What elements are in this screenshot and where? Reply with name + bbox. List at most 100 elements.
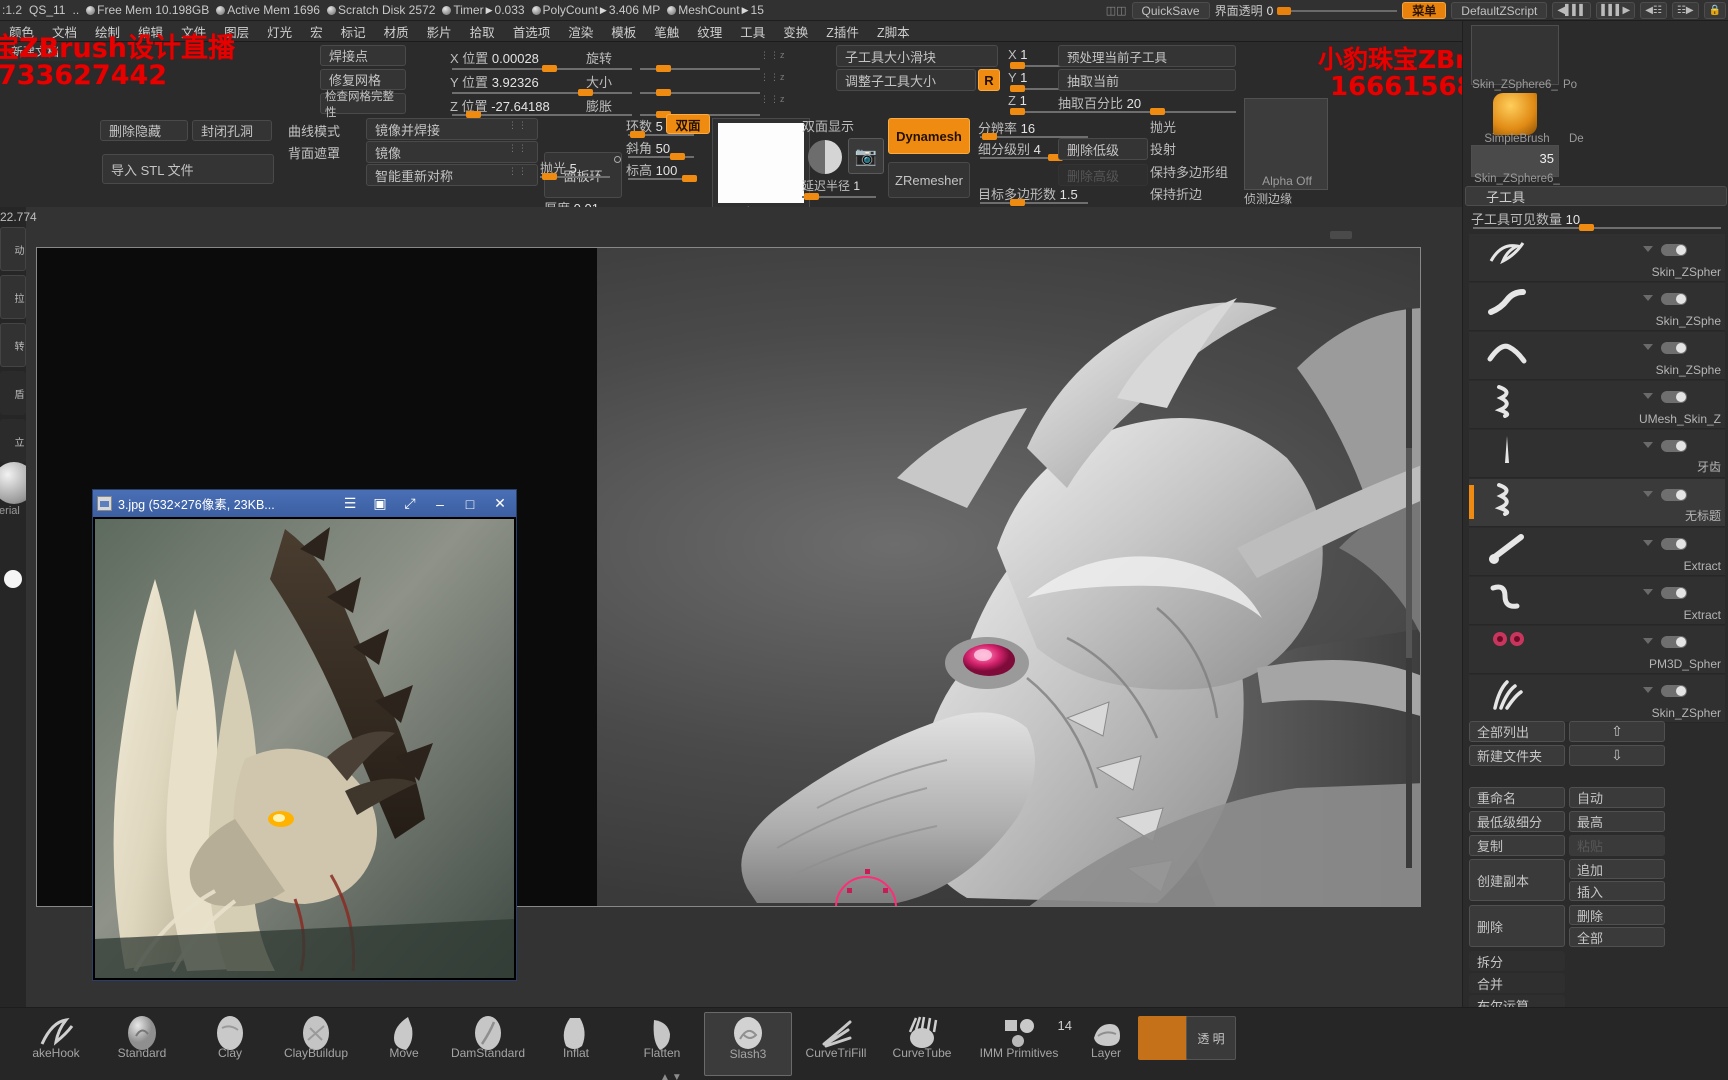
y-scale-knob[interactable] bbox=[1010, 85, 1025, 92]
loops-knob[interactable] bbox=[630, 131, 645, 138]
append-button[interactable]: 追加 bbox=[1569, 859, 1665, 879]
hamburger-icon[interactable]: ☰ bbox=[338, 493, 362, 515]
chevron-down-icon[interactable] bbox=[1643, 589, 1653, 595]
delete-hidden-button[interactable]: 删除隐藏 bbox=[100, 120, 188, 141]
left-shelf-item-stand[interactable]: 立 bbox=[0, 419, 26, 463]
axis-dots-icon[interactable]: ⋮⋮ bbox=[508, 143, 528, 154]
menu-item-draw[interactable]: 绘制 bbox=[86, 21, 129, 42]
visible-count-track[interactable] bbox=[1473, 227, 1721, 229]
visibility-toggle-icon[interactable] bbox=[1661, 636, 1687, 648]
subtool-row-4[interactable]: 牙齿 bbox=[1469, 430, 1725, 478]
double-sided-button[interactable]: 双面 bbox=[666, 114, 710, 134]
zscript-next-icon[interactable]: ▌▌▌▶ bbox=[1596, 2, 1635, 19]
chevron-down-icon[interactable] bbox=[1643, 491, 1653, 497]
keep-crease-button[interactable]: 保持折边 bbox=[1150, 184, 1202, 203]
split-button[interactable]: 拆分 bbox=[1469, 951, 1565, 971]
slider-track[interactable] bbox=[1277, 10, 1397, 12]
weld-points-button[interactable]: 焊接点 bbox=[320, 45, 406, 66]
project-button[interactable]: 投射 bbox=[1150, 139, 1176, 158]
menu-item-document[interactable]: 文档 bbox=[43, 21, 86, 42]
brush-item-damstandard[interactable]: DamStandard bbox=[444, 1012, 532, 1076]
image-preview-tile[interactable]: Image bbox=[712, 118, 810, 220]
camera-icon[interactable]: 📷 bbox=[848, 138, 884, 174]
chevron-down-icon[interactable] bbox=[1643, 540, 1653, 546]
alpha-tile[interactable]: Alpha Off bbox=[1244, 98, 1328, 190]
axis-dots-xyz-icon[interactable]: ⋮⋮z bbox=[760, 50, 786, 61]
delete-lower-button[interactable]: 删除低级 bbox=[1058, 138, 1148, 160]
quicksave-button[interactable]: QuickSave bbox=[1132, 2, 1210, 19]
brush-item-imm-primitives[interactable]: 14 IMM Primitives bbox=[964, 1012, 1074, 1076]
arrow-down-icon[interactable]: ⇩ bbox=[1569, 745, 1665, 766]
axis-dots-xyz-icon[interactable]: ⋮⋮z bbox=[760, 72, 786, 83]
subtool-row-5[interactable]: 无标题 bbox=[1469, 479, 1725, 527]
menu-item-preferences[interactable]: 首选项 bbox=[504, 21, 560, 42]
visible-count-knob[interactable] bbox=[1579, 224, 1594, 231]
menu-item-marker[interactable]: 标记 bbox=[332, 21, 375, 42]
subtool-section-header[interactable]: 子工具 bbox=[1465, 186, 1727, 206]
rename-button[interactable]: 重命名 bbox=[1469, 787, 1565, 808]
canvas-area[interactable]: 22.774 bbox=[26, 207, 1462, 1007]
check-mesh-integrity-button[interactable]: 检查网格完整性 bbox=[320, 93, 406, 114]
subtool-row-7[interactable]: Extract bbox=[1469, 577, 1725, 625]
chevron-down-icon[interactable] bbox=[1643, 442, 1653, 448]
left-shelf-item-shield[interactable]: 盾 bbox=[0, 371, 26, 415]
visibility-toggle-icon[interactable] bbox=[1661, 440, 1687, 452]
brush-item-snakehook[interactable]: akeHook bbox=[12, 1012, 100, 1076]
zremesher-button[interactable]: ZRemesher bbox=[888, 162, 970, 198]
chevron-down-icon[interactable] bbox=[1643, 687, 1653, 693]
maximize-icon[interactable]: □ bbox=[458, 493, 482, 515]
keep-polygroups-button[interactable]: 保持多边形组 bbox=[1150, 162, 1228, 181]
copy-button[interactable]: 复制 bbox=[1469, 835, 1565, 856]
axis-dots-icon[interactable]: ⋮⋮ bbox=[508, 120, 528, 131]
subtool-row-0[interactable]: Skin_ZSpher bbox=[1469, 234, 1725, 282]
polish-knob[interactable] bbox=[542, 173, 557, 180]
menu-item-zplugin[interactable]: Z插件 bbox=[817, 21, 868, 42]
brush-item-inflat[interactable]: Inflat bbox=[532, 1012, 620, 1076]
visibility-toggle-icon[interactable] bbox=[1661, 587, 1687, 599]
merge-button[interactable]: 合并 bbox=[1469, 973, 1565, 993]
brush-item-layer[interactable]: Layer bbox=[1062, 1012, 1150, 1076]
slider-knob[interactable] bbox=[1277, 7, 1291, 15]
visibility-toggle-icon[interactable] bbox=[1661, 685, 1687, 697]
paste-button[interactable]: 粘贴 bbox=[1569, 835, 1665, 856]
preprocess-current-subtool-button[interactable]: 预处理当前子工具 bbox=[1058, 45, 1236, 67]
arrow-up-icon[interactable]: ⇧ bbox=[1569, 721, 1665, 742]
curve-mode-toggle[interactable]: 曲线模式 bbox=[280, 120, 360, 141]
canvas-scrollbar-thumb[interactable] bbox=[1406, 448, 1412, 658]
window-prev-icon[interactable]: ◀☷ bbox=[1640, 2, 1667, 19]
size-knob[interactable] bbox=[656, 89, 671, 96]
backface-mask-toggle[interactable]: 背面遮罩 bbox=[280, 142, 360, 163]
brush-item-claybuildup[interactable]: ClayBuildup bbox=[272, 1012, 360, 1076]
lock-icon[interactable]: 🔒 bbox=[1704, 2, 1726, 19]
minimize-icon[interactable]: ‒ bbox=[428, 493, 452, 515]
visibility-toggle-icon[interactable] bbox=[1661, 244, 1687, 256]
subtool-row-8[interactable]: PM3D_Spher bbox=[1469, 626, 1725, 674]
chevron-down-icon[interactable] bbox=[1643, 638, 1653, 644]
detect-edge-button[interactable]: 侦测边缘 bbox=[1244, 190, 1292, 207]
brush-item-curvetrifill[interactable]: CurveTriFill bbox=[792, 1012, 880, 1076]
z-scale-knob[interactable] bbox=[1010, 108, 1025, 115]
menu-item-transform[interactable]: 变换 bbox=[774, 21, 817, 42]
menu-item-material[interactable]: 材质 bbox=[375, 21, 418, 42]
chevron-down-icon[interactable] bbox=[1643, 295, 1653, 301]
color-picker-swatch[interactable] bbox=[1138, 1016, 1188, 1060]
close-holes-button[interactable]: 封闭孔洞 bbox=[192, 120, 272, 141]
target-poly-track[interactable] bbox=[980, 202, 1088, 204]
menu-item-render[interactable]: 渲染 bbox=[559, 21, 602, 42]
list-all-button[interactable]: 全部列出 bbox=[1469, 721, 1565, 742]
visibility-toggle-icon[interactable] bbox=[1661, 538, 1687, 550]
close-icon[interactable]: ✕ bbox=[488, 493, 512, 515]
menu-item-stencil[interactable]: 模板 bbox=[602, 21, 645, 42]
image-viewer-titlebar[interactable]: 3.jpg (532×276像素, 23KB... ☰ ▣ ⤢ ‒ □ ✕ bbox=[93, 490, 516, 517]
menu-item-zscript[interactable]: Z脚本 bbox=[868, 21, 919, 42]
menu-item-macro[interactable]: 宏 bbox=[301, 21, 332, 42]
brush-item-curvetube[interactable]: CurveTube bbox=[878, 1012, 966, 1076]
zscript-prev-icon[interactable]: ◀▌▌▌ bbox=[1552, 2, 1591, 19]
updown-arrows-icon[interactable]: ▲▼ bbox=[660, 1072, 684, 1080]
extract-current-button[interactable]: 抽取当前 bbox=[1058, 69, 1236, 91]
visibility-toggle-icon[interactable] bbox=[1661, 489, 1687, 501]
grid-icon[interactable]: ◫◫ bbox=[1106, 4, 1127, 17]
menu-button[interactable]: 菜单 bbox=[1402, 2, 1446, 19]
x-position-knob[interactable] bbox=[542, 65, 557, 72]
delay-radius-knob[interactable] bbox=[804, 193, 819, 200]
